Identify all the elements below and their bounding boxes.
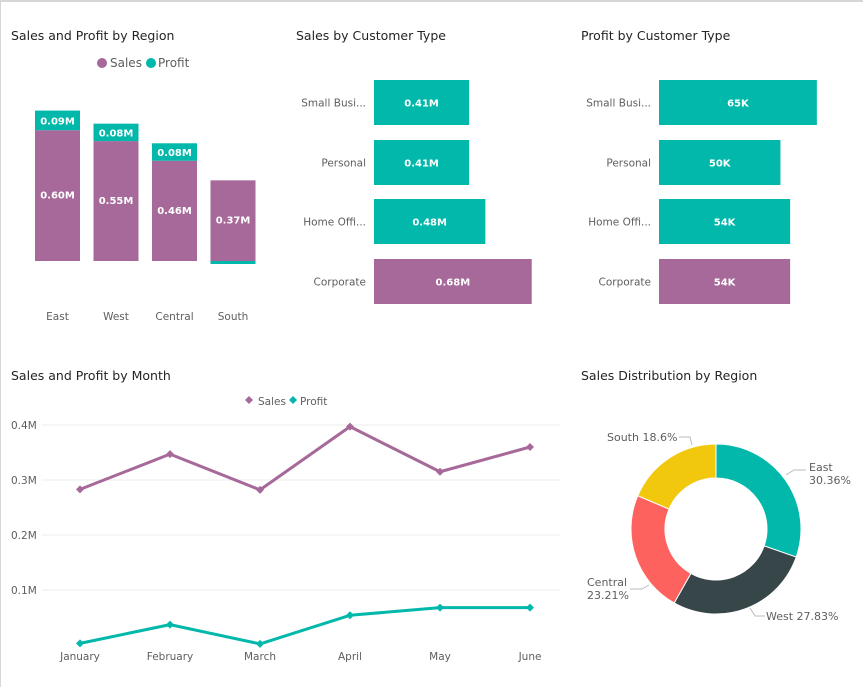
x-tick-label: June	[518, 651, 542, 663]
x-tick-label: February	[147, 651, 194, 663]
x-tick-label: April	[338, 651, 362, 663]
bar-label-sales: 0.46M	[157, 206, 192, 217]
donut-label: South 18.6%	[607, 431, 677, 444]
sales-customer-bar-label: 0.48M	[412, 218, 447, 229]
donut-slice-west[interactable]	[673, 545, 797, 615]
donut-slice-south[interactable]	[637, 443, 717, 510]
x-tick-label: Central	[155, 311, 193, 323]
point-profit[interactable]	[166, 620, 174, 629]
point-profit[interactable]	[256, 639, 264, 648]
point-profit[interactable]	[76, 639, 84, 648]
donut-slice-east[interactable]	[715, 443, 802, 558]
leader-line	[749, 607, 765, 617]
profit-customer-category-label: Personal	[606, 158, 651, 170]
x-tick-label: East	[46, 311, 69, 323]
bar-label-sales: 0.55M	[99, 196, 134, 207]
profit-customer-bar-label: 50K	[709, 159, 732, 170]
sales-customer-category-label: Personal	[321, 158, 366, 170]
profit-customer-category-label: Corporate	[599, 277, 652, 289]
sales-customer-bar-label: 0.68M	[436, 278, 471, 289]
donut-slice-central[interactable]	[630, 495, 692, 604]
legend-marker-profit	[146, 58, 156, 68]
point-sales[interactable]	[76, 485, 84, 494]
donut-label: West 27.83%	[766, 610, 838, 623]
x-tick-label: West	[103, 311, 129, 323]
sales-customer-bar-label: 0.41M	[404, 159, 439, 170]
y-tick-label: 0.1M	[11, 585, 37, 597]
sales-customer-category-label: Home Offi...	[303, 217, 366, 229]
leader-line	[630, 584, 650, 590]
donut-label-value: 23.21%	[587, 589, 629, 602]
sales-customer-category-label: Corporate	[314, 277, 367, 289]
bar-profit-south[interactable]	[210, 261, 256, 264]
profit-customer-bar-label: 54K	[714, 218, 737, 229]
donut-label-name: Central	[587, 576, 627, 589]
donut-label-name: East	[809, 461, 833, 474]
bar-label-profit: 0.08M	[157, 148, 192, 159]
leader-line	[785, 469, 806, 476]
profit-customer-category-label: Small Busi...	[586, 98, 651, 110]
point-profit[interactable]	[436, 603, 444, 612]
y-tick-label: 0.2M	[11, 530, 37, 542]
x-tick-label: South	[218, 311, 249, 323]
bar-label-sales: 0.37M	[216, 216, 251, 227]
donut-label-value: 30.36%	[809, 474, 851, 487]
legend-label-sales: Sales	[258, 396, 286, 408]
legend-label-profit: Profit	[300, 396, 327, 408]
sales-customer-bar-label: 0.41M	[404, 99, 439, 110]
profit-customer-category-label: Home Offi...	[588, 217, 651, 229]
leader-line	[679, 436, 693, 446]
legend-label-profit: Profit	[158, 56, 190, 70]
x-tick-label: March	[244, 651, 276, 663]
profit-customer-bar-label: 65K	[727, 99, 750, 110]
legend-marker-sales	[97, 58, 107, 68]
y-tick-label: 0.3M	[11, 475, 37, 487]
profit-customer-bar-label: 54K	[714, 278, 737, 289]
legend-label-sales: Sales	[110, 56, 142, 70]
x-tick-label: May	[429, 651, 451, 663]
bar-label-profit: 0.09M	[40, 116, 75, 127]
legend-marker-profit	[289, 396, 297, 404]
dashboard-canvas: Sales Profit 0.60M 0.09M East 0.55M 0.08M West 0…	[11, 56, 851, 663]
legend-marker-sales	[245, 396, 253, 404]
point-profit[interactable]	[346, 611, 354, 620]
bar-label-sales: 0.60M	[40, 191, 75, 202]
line-profit	[79, 606, 530, 646]
point-profit[interactable]	[526, 603, 534, 612]
point-sales[interactable]	[166, 450, 174, 459]
point-sales[interactable]	[526, 443, 534, 451]
sales-customer-category-label: Small Busi...	[301, 98, 366, 110]
x-tick-label: January	[59, 651, 100, 663]
bar-label-profit: 0.08M	[99, 128, 134, 139]
y-tick-label: 0.4M	[11, 420, 37, 432]
